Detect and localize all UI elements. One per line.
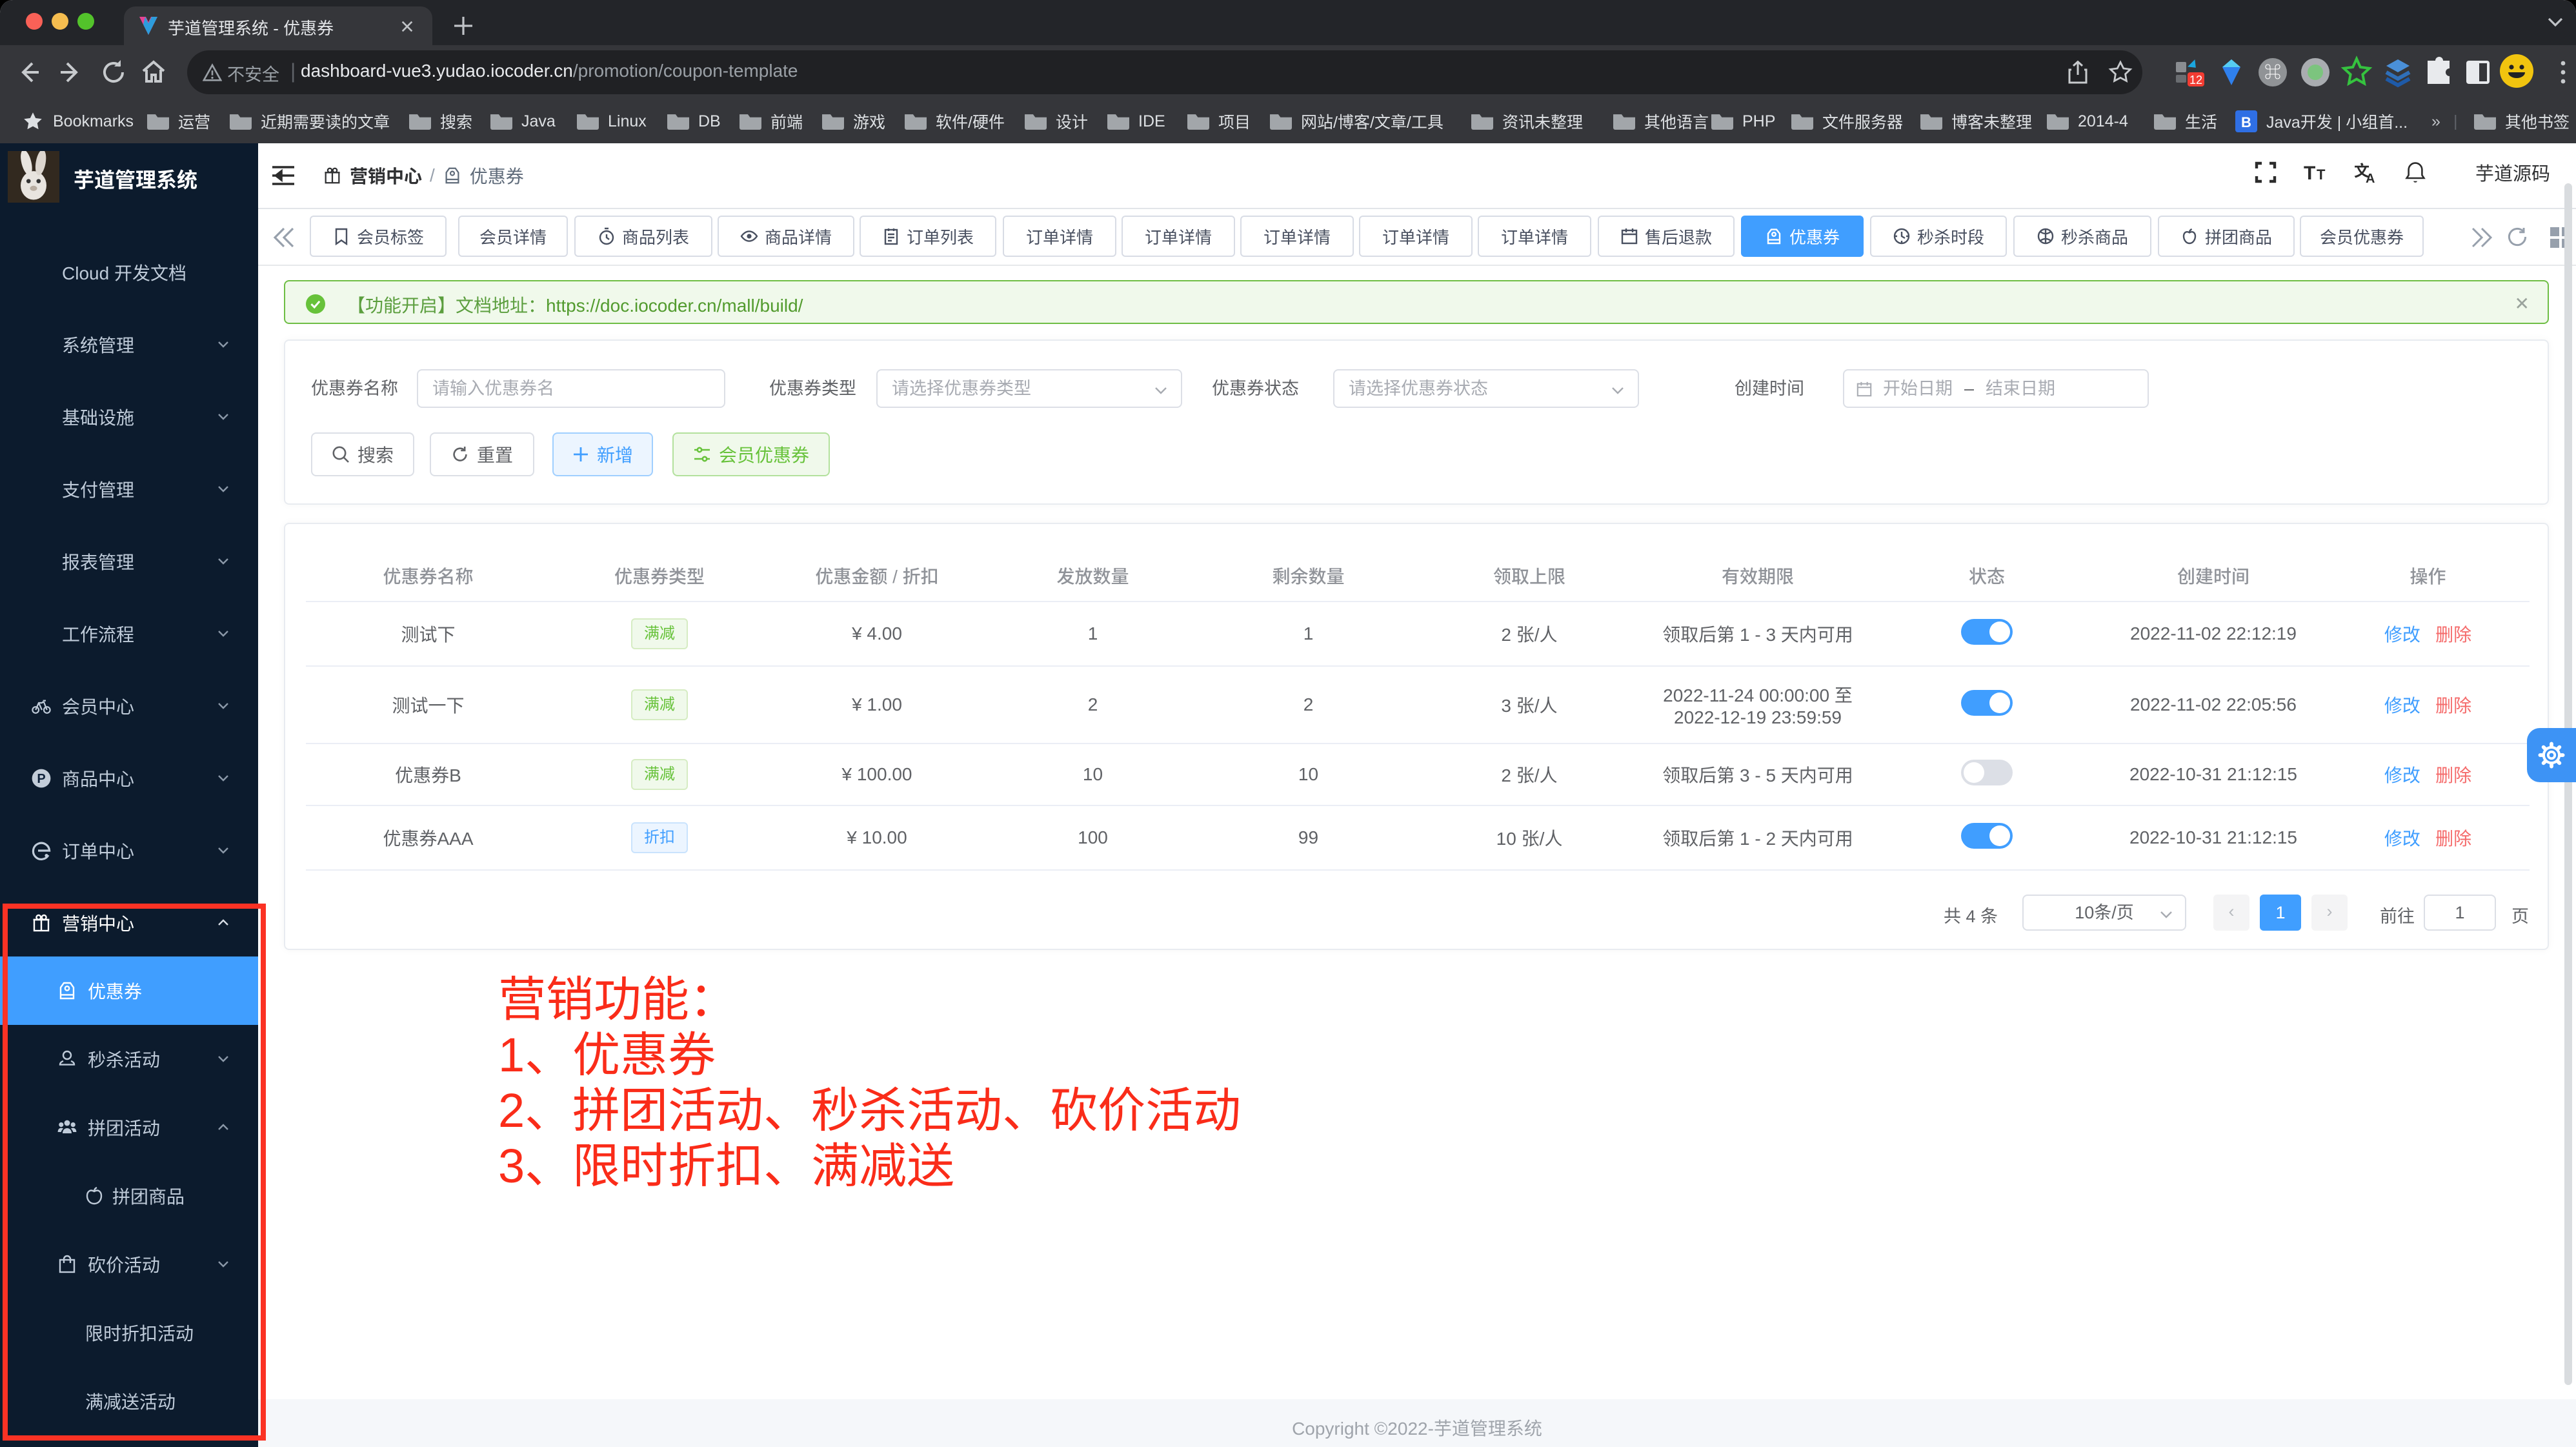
svg-text:T: T: [2304, 163, 2315, 183]
svg-text:P: P: [37, 772, 45, 786]
svg-text:12: 12: [2189, 74, 2202, 86]
svg-text:B: B: [2241, 114, 2251, 130]
svg-text:T: T: [2317, 167, 2326, 183]
svg-text:A: A: [2366, 172, 2375, 184]
svg-text:⌘: ⌘: [2264, 63, 2281, 82]
